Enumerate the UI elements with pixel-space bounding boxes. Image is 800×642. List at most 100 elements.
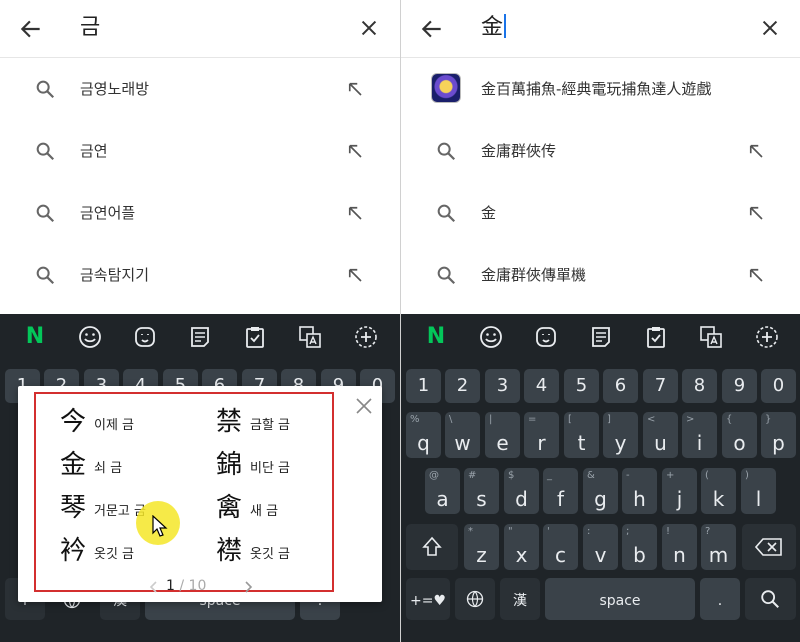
chevron-left-icon[interactable] <box>148 580 160 594</box>
fill-arrow-icon[interactable] <box>346 204 364 222</box>
key-d[interactable]: $ d <box>504 468 539 514</box>
symbols-key[interactable]: +=♥ <box>406 578 450 620</box>
back-arrow-icon[interactable] <box>18 16 44 42</box>
chevron-right-icon[interactable] <box>242 580 254 594</box>
hanja-candidate[interactable]: 襟 옷깃 금 <box>216 533 326 573</box>
emoji-icon[interactable] <box>478 324 504 350</box>
left-screen: 금 금영노래방 금연 금연어플 금속탐지기 N 1 <box>0 0 400 642</box>
suggestion-item[interactable]: 금속탐지기 <box>0 244 400 306</box>
search-bar: 金 <box>401 0 800 58</box>
clipboard-icon[interactable] <box>242 324 268 350</box>
key-g[interactable]: & g <box>583 468 618 514</box>
search-bar: 금 <box>0 0 400 58</box>
key-8[interactable]: 8 <box>682 369 717 403</box>
search-key-icon <box>761 590 779 608</box>
globe-icon <box>466 590 484 608</box>
key-o[interactable]: {o <box>722 412 757 458</box>
suggestion-item[interactable]: 금영노래방 <box>0 58 400 120</box>
key-t[interactable]: [t <box>564 412 599 458</box>
shift-key[interactable] <box>406 524 458 570</box>
close-icon[interactable] <box>354 396 374 416</box>
clear-icon[interactable] <box>759 17 781 39</box>
hanja-candidate[interactable]: 錦 비단 금 <box>216 447 326 487</box>
suggestion-item[interactable]: 금연 <box>0 120 400 182</box>
key-2[interactable]: 2 <box>445 369 480 403</box>
keyboard: N 1 2 3 4 5 6 7 8 9 0 % q \ w | e = r [t ] y … <box>401 314 800 642</box>
fill-arrow-icon[interactable] <box>747 266 765 284</box>
key-v[interactable]: :v <box>583 524 618 570</box>
key-m[interactable]: ? m <box>701 524 736 570</box>
key-f[interactable]: _ f <box>543 468 578 514</box>
key-3[interactable]: 3 <box>485 369 520 403</box>
suggestion-item[interactable]: 金庸群俠傳單機 <box>401 244 800 306</box>
more-icon[interactable] <box>353 324 379 350</box>
clipboard-icon[interactable] <box>643 324 669 350</box>
key-u[interactable]: < u <box>643 412 678 458</box>
key-z[interactable]: * z <box>464 524 499 570</box>
suggestion-item[interactable]: 金庸群俠传 <box>401 120 800 182</box>
key-a[interactable]: @ a <box>425 468 460 514</box>
key-r[interactable]: = r <box>524 412 559 458</box>
key-e[interactable]: | e <box>485 412 520 458</box>
key-x[interactable]: " x <box>504 524 539 570</box>
emoji-icon[interactable] <box>77 324 103 350</box>
suggestion-text: 金百萬捕魚-經典電玩捕魚達人遊戲 <box>481 80 712 98</box>
key-c[interactable]: ' c <box>543 524 578 570</box>
suggestion-item[interactable]: 金 <box>401 182 800 244</box>
key-l[interactable]: ) l <box>741 468 776 514</box>
translate-icon[interactable] <box>698 324 724 350</box>
search-input[interactable]: 금 <box>80 13 100 43</box>
hanja-key[interactable]: 漢 <box>500 578 540 620</box>
hanja-candidate[interactable]: 禁 금할 금 <box>216 404 326 444</box>
translate-icon[interactable] <box>297 324 323 350</box>
suggestion-item[interactable]: 금연어플 <box>0 182 400 244</box>
key-s[interactable]: # s <box>464 468 499 514</box>
memo-icon[interactable] <box>187 324 213 350</box>
key-y[interactable]: ] y <box>603 412 638 458</box>
key-w[interactable]: \ w <box>445 412 480 458</box>
key-n[interactable]: ! n <box>662 524 697 570</box>
hanja-candidate[interactable]: 今 이제 금 <box>60 404 180 444</box>
key-1[interactable]: 1 <box>406 369 441 403</box>
backspace-icon <box>755 538 782 556</box>
suggestion-text: 金庸群俠传 <box>481 142 557 160</box>
space-key[interactable]: space <box>545 578 695 620</box>
key-4[interactable]: 4 <box>524 369 559 403</box>
clear-icon[interactable] <box>358 17 380 39</box>
key-6[interactable]: 6 <box>603 369 638 403</box>
sticker-icon[interactable] <box>533 324 559 350</box>
key-p[interactable]: } p <box>761 412 796 458</box>
naver-icon[interactable]: N <box>423 324 449 350</box>
fill-arrow-icon[interactable] <box>346 80 364 98</box>
sticker-icon[interactable] <box>132 324 158 350</box>
key-b[interactable]: ; b <box>622 524 657 570</box>
key-j[interactable]: + j <box>662 468 697 514</box>
hanja-candidate[interactable]: 金 쇠 금 <box>60 447 180 487</box>
cursor-icon <box>152 515 168 537</box>
fill-arrow-icon[interactable] <box>346 142 364 160</box>
back-arrow-icon[interactable] <box>419 16 445 42</box>
naver-icon[interactable]: N <box>22 324 48 350</box>
period-key[interactable]: . <box>700 578 740 620</box>
more-icon[interactable] <box>754 324 780 350</box>
backspace-key[interactable] <box>742 524 796 570</box>
memo-icon[interactable] <box>588 324 614 350</box>
key-0[interactable]: 0 <box>761 369 796 403</box>
fill-arrow-icon[interactable] <box>747 204 765 222</box>
search-icon <box>36 80 55 99</box>
hanja-candidate[interactable]: 禽 새 금 <box>216 490 326 530</box>
key-i[interactable]: > i <box>682 412 717 458</box>
search-input[interactable]: 金 <box>481 13 507 43</box>
key-h[interactable]: -h <box>622 468 657 514</box>
fill-arrow-icon[interactable] <box>346 266 364 284</box>
key-7[interactable]: 7 <box>643 369 678 403</box>
search-key[interactable] <box>745 578 796 620</box>
key-9[interactable]: 9 <box>722 369 757 403</box>
key-k[interactable]: (k <box>701 468 736 514</box>
search-query-text: 金 <box>481 15 504 40</box>
fill-arrow-icon[interactable] <box>747 142 765 160</box>
key-5[interactable]: 5 <box>564 369 599 403</box>
suggestion-item[interactable]: 金百萬捕魚-經典電玩捕魚達人遊戲 <box>401 58 800 120</box>
key-q[interactable]: % q <box>406 412 441 458</box>
language-key[interactable] <box>455 578 495 620</box>
